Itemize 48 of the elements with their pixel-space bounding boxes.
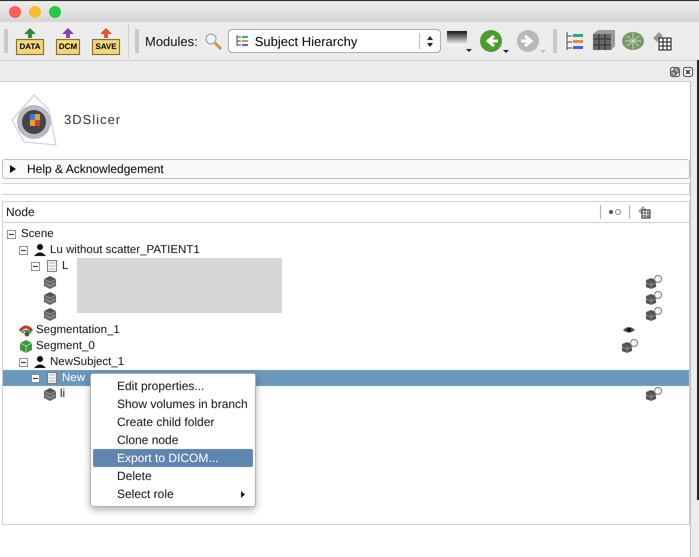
menu-item[interactable]: Clone node	[91, 431, 255, 449]
segmentation-icon	[19, 322, 33, 338]
help-section-header[interactable]: Help & Acknowledgement	[2, 159, 690, 179]
column-header[interactable]: Node	[3, 205, 600, 219]
menu-item[interactable]: Export to DICOM...	[93, 449, 253, 467]
tree-icon	[234, 34, 249, 48]
node-name[interactable]: Segment_0	[36, 340, 95, 352]
menu-item[interactable]: Create child folder	[91, 413, 255, 431]
menu-item[interactable]: Show volumes in branch	[91, 395, 255, 413]
cube-grid-icon[interactable]	[590, 30, 615, 52]
study-icon	[45, 258, 59, 274]
module-dropdown[interactable]: Subject Hierarchy	[228, 29, 441, 53]
visibility-column-icon	[607, 208, 623, 216]
menu-item[interactable]: Delete	[91, 467, 255, 485]
mesh-icon[interactable]	[620, 30, 645, 52]
volume-icon	[43, 386, 57, 402]
file-button[interactable]: DCM	[52, 27, 84, 55]
patient-icon	[33, 242, 47, 258]
visibility-icon[interactable]	[644, 386, 662, 402]
gradient-icon[interactable]	[446, 29, 473, 53]
float-icon[interactable]	[670, 67, 680, 77]
menu-item[interactable]: Select role	[91, 485, 255, 503]
node-name[interactable]: Segmentation_1	[36, 324, 120, 336]
node-name[interactable]: NewSubject_1	[50, 356, 124, 368]
back-icon[interactable]	[478, 28, 510, 54]
node-name[interactable]: Scene	[21, 228, 54, 240]
visibility-icon[interactable]	[620, 338, 638, 354]
updown-icon	[426, 34, 434, 48]
visibility-icon[interactable]	[644, 290, 662, 306]
node-name[interactable]: Lu without scatter_PATIENT1	[50, 244, 200, 256]
node-name[interactable]: li	[60, 388, 66, 400]
collapse-toggle-icon[interactable]	[19, 246, 28, 254]
grid-column-icon	[637, 205, 651, 219]
segment-icon	[19, 338, 33, 354]
table-icon[interactable]	[650, 30, 673, 52]
patient-icon	[33, 354, 47, 370]
collapse-toggle-icon[interactable]	[31, 374, 40, 382]
modules-label: Modules:	[145, 34, 198, 48]
node-name[interactable]: L	[62, 260, 68, 272]
node-name: New	[62, 372, 86, 384]
collapse-toggle-icon[interactable]	[19, 358, 28, 366]
visibility-icon[interactable]	[644, 274, 662, 290]
visibility-icon[interactable]	[644, 306, 662, 322]
collapse-toggle-icon[interactable]	[7, 230, 16, 238]
logo-text: 3DSlicer	[64, 112, 122, 127]
close-icon[interactable]	[683, 67, 693, 77]
collapse-toggle-icon[interactable]	[31, 262, 40, 270]
study-icon	[45, 370, 59, 386]
